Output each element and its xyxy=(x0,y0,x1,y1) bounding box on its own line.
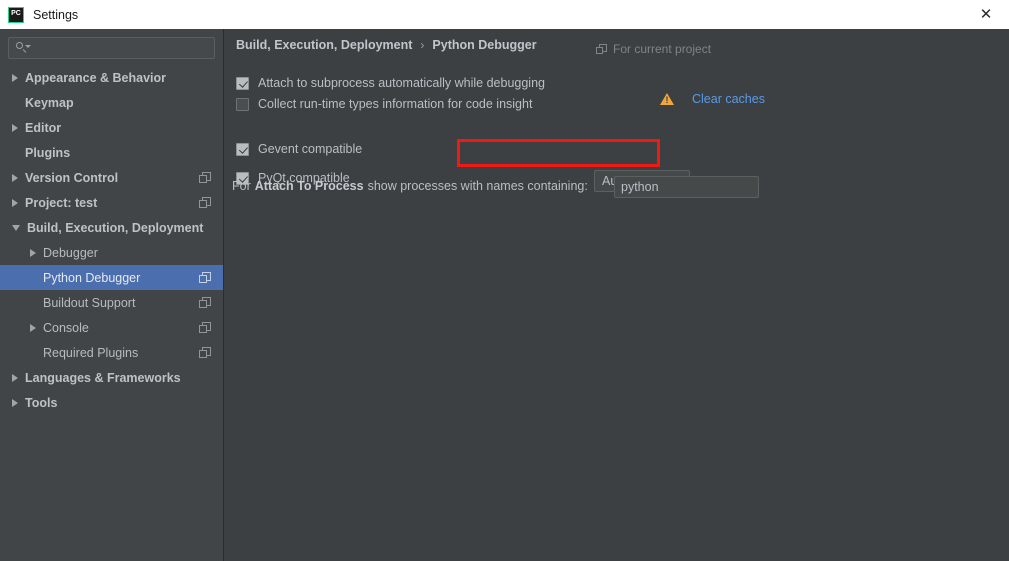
option-label: Collect run-time types information for c… xyxy=(258,97,533,111)
clear-caches-row: Clear caches xyxy=(660,92,765,106)
copy-scope-icon xyxy=(199,196,211,209)
option-row-attach-to-subprocess-automatically-while-debugging[interactable]: Attach to subprocess automatically while… xyxy=(236,73,545,93)
sidebar-item-label: Debugger xyxy=(43,245,98,260)
chevron-right-icon[interactable] xyxy=(12,373,18,382)
warning-icon xyxy=(660,93,674,105)
chevron-right-icon[interactable] xyxy=(30,323,36,332)
sidebar-item-label: Build, Execution, Deployment xyxy=(27,220,204,235)
chevron-down-icon[interactable] xyxy=(12,224,20,231)
sidebar-item-keymap[interactable]: Keymap xyxy=(0,90,223,115)
sidebar-item-languages-frameworks[interactable]: Languages & Frameworks xyxy=(0,365,223,390)
copy-scope-icon xyxy=(199,321,211,334)
checkbox[interactable] xyxy=(236,97,249,111)
sidebar-item-label: Buildout Support xyxy=(43,295,136,310)
option-label: Attach to subprocess automatically while… xyxy=(258,76,545,90)
chevron-right-icon[interactable] xyxy=(12,173,18,182)
copy-scope-icon xyxy=(596,43,607,55)
sidebar-item-label: Console xyxy=(43,320,89,335)
red-highlight-annotation xyxy=(457,139,660,167)
sidebar-search-wrapper xyxy=(0,29,223,59)
copy-scope-icon xyxy=(199,271,211,284)
sidebar-item-python-debugger[interactable]: Python Debugger xyxy=(0,265,223,290)
breadcrumb-root[interactable]: Build, Execution, Deployment xyxy=(236,38,412,52)
window-title-bar: Settings ✕ xyxy=(0,0,1009,29)
checkbox[interactable] xyxy=(236,76,249,90)
sidebar-item-label: Appearance & Behavior xyxy=(25,70,167,85)
pycharm-logo-icon xyxy=(8,6,24,23)
breadcrumb-current: Python Debugger xyxy=(432,38,537,52)
close-icon[interactable]: ✕ xyxy=(963,0,1009,29)
sidebar-item-appearance-behavior[interactable]: Appearance & Behavior xyxy=(0,65,223,90)
process-name-filter-input[interactable] xyxy=(614,176,759,198)
search-box[interactable] xyxy=(8,37,215,59)
search-input[interactable] xyxy=(33,38,208,58)
search-icon xyxy=(15,41,31,55)
clear-caches-link[interactable]: Clear caches xyxy=(692,92,765,106)
window-title: Settings xyxy=(33,7,79,22)
settings-tree: Appearance & Behavior Keymap Editor Plugins… xyxy=(0,65,223,415)
option-row-gevent-compatible[interactable]: Gevent compatible xyxy=(236,139,362,159)
chevron-right-icon[interactable] xyxy=(12,123,18,132)
attach-strong: Attach To Process xyxy=(254,179,364,193)
sidebar-item-build-execution-deployment[interactable]: Build, Execution, Deployment xyxy=(0,215,223,240)
sidebar-item-label: Required Plugins xyxy=(43,345,139,360)
sidebar-item-required-plugins[interactable]: Required Plugins xyxy=(0,340,223,365)
option-label: Gevent compatible xyxy=(258,142,363,156)
sidebar-item-buildout-support[interactable]: Buildout Support xyxy=(0,290,223,315)
sidebar-item-tools[interactable]: Tools xyxy=(0,390,223,415)
for-current-project-text: For current project xyxy=(613,42,712,56)
sidebar-item-console[interactable]: Console xyxy=(0,315,223,340)
sidebar-item-label: Version Control xyxy=(25,170,119,185)
sidebar-item-label: Editor xyxy=(25,120,62,135)
breadcrumb: Build, Execution, Deployment › Python De… xyxy=(236,38,537,52)
chevron-right-icon[interactable] xyxy=(12,198,18,207)
sidebar-item-label: Languages & Frameworks xyxy=(25,370,181,385)
sidebar-item-label: Project: test xyxy=(25,195,98,210)
attach-prefix: For xyxy=(232,179,251,193)
for-current-project-label: For current project xyxy=(596,42,711,56)
sidebar-item-version-control[interactable]: Version Control xyxy=(0,165,223,190)
settings-window: Appearance & Behavior Keymap Editor Plugins… xyxy=(0,29,1009,561)
copy-scope-icon xyxy=(199,296,211,309)
sidebar-item-debugger[interactable]: Debugger xyxy=(0,240,223,265)
chevron-right-icon[interactable] xyxy=(12,398,18,407)
breadcrumb-separator-icon: › xyxy=(420,38,425,52)
sidebar-item-label: Plugins xyxy=(25,145,71,160)
copy-scope-icon xyxy=(199,171,211,184)
settings-main-panel: Build, Execution, Deployment › Python De… xyxy=(225,29,1009,561)
settings-sidebar: Appearance & Behavior Keymap Editor Plugins… xyxy=(0,29,224,561)
attach-to-process-label: For Attach To Process show processes wit… xyxy=(232,179,588,193)
sidebar-item-label: Keymap xyxy=(25,95,74,110)
attach-suffix: show processes with names containing: xyxy=(367,179,588,193)
chevron-right-icon[interactable] xyxy=(12,73,18,82)
checkbox[interactable] xyxy=(236,142,249,156)
sidebar-item-label: Python Debugger xyxy=(43,270,141,285)
sidebar-item-editor[interactable]: Editor xyxy=(0,115,223,140)
sidebar-item-project-test[interactable]: Project: test xyxy=(0,190,223,215)
sidebar-item-label: Tools xyxy=(25,395,58,410)
option-row-collect-run-time-types-information-for-code-insight[interactable]: Collect run-time types information for c… xyxy=(236,94,532,114)
chevron-right-icon[interactable] xyxy=(30,248,36,257)
copy-scope-icon xyxy=(199,346,211,359)
sidebar-item-plugins[interactable]: Plugins xyxy=(0,140,223,165)
